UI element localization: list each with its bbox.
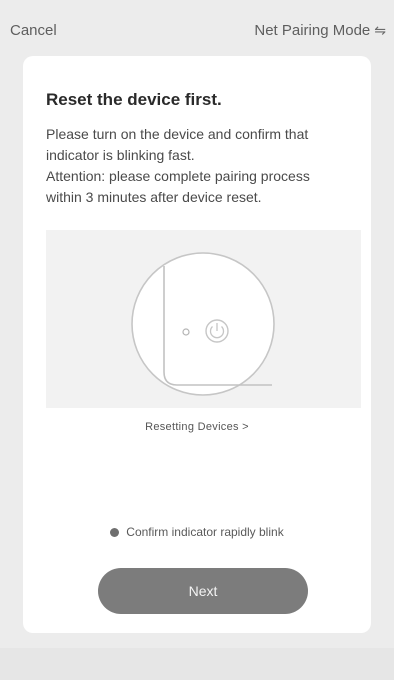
net-pairing-mode-label: Net Pairing Mode [254, 22, 371, 39]
cancel-button[interactable]: Cancel [10, 22, 57, 39]
top-bar: Cancel Net Pairing Mode ⇋ [0, 0, 394, 58]
device-illustration [46, 230, 361, 408]
description-instruction: Please turn on the device and confirm th… [46, 126, 309, 163]
card-title: Reset the device first. [46, 90, 222, 109]
next-button[interactable]: Next [98, 568, 308, 614]
zoom-circle [131, 252, 275, 396]
device-illustration-svg [131, 252, 275, 396]
resetting-devices-link[interactable]: Resetting Devices > [23, 421, 371, 433]
card-description: Please turn on the device and confirm th… [46, 124, 346, 208]
swap-arrows-icon: ⇋ [374, 21, 386, 38]
pairing-screen: Cancel Net Pairing Mode ⇋ Reset the devi… [0, 0, 394, 680]
net-pairing-mode-button[interactable]: Net Pairing Mode ⇋ [254, 22, 386, 39]
radio-dot-icon[interactable] [110, 527, 120, 537]
bottom-strip [0, 648, 394, 680]
instruction-card: Reset the device first. Please turn on t… [23, 56, 371, 633]
confirm-indicator-label: Confirm indicator rapidly blink [126, 525, 284, 539]
confirm-indicator-option[interactable]: Confirm indicator rapidly blink [23, 525, 371, 539]
description-attention: Attention: please complete pairing proce… [46, 168, 310, 205]
